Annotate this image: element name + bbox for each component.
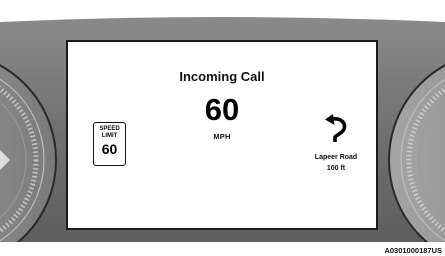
- turn-by-turn-navigation: Lapeer Road 100 ft: [304, 114, 368, 180]
- speed-limit-value: 60: [101, 141, 118, 157]
- speed-limit-sign: SPEED LIMIT 60: [93, 122, 126, 166]
- speed-limit-label-line1: SPEED: [99, 126, 120, 132]
- instrument-cluster: Incoming Call 60 MPH SPEED LIMIT 60 Lape…: [0, 0, 445, 256]
- incoming-call-title: Incoming Call: [179, 69, 265, 84]
- image-reference-code: A0301000187US: [384, 246, 442, 255]
- cluster-display-screen: Incoming Call 60 MPH SPEED LIMIT 60 Lape…: [66, 40, 378, 230]
- nav-street-name: Lapeer Road: [314, 154, 358, 161]
- nav-distance: 100 ft: [326, 165, 346, 172]
- u-turn-left-arrow-icon: [325, 114, 347, 142]
- speed-limit-label-line2: LIMIT: [101, 133, 118, 139]
